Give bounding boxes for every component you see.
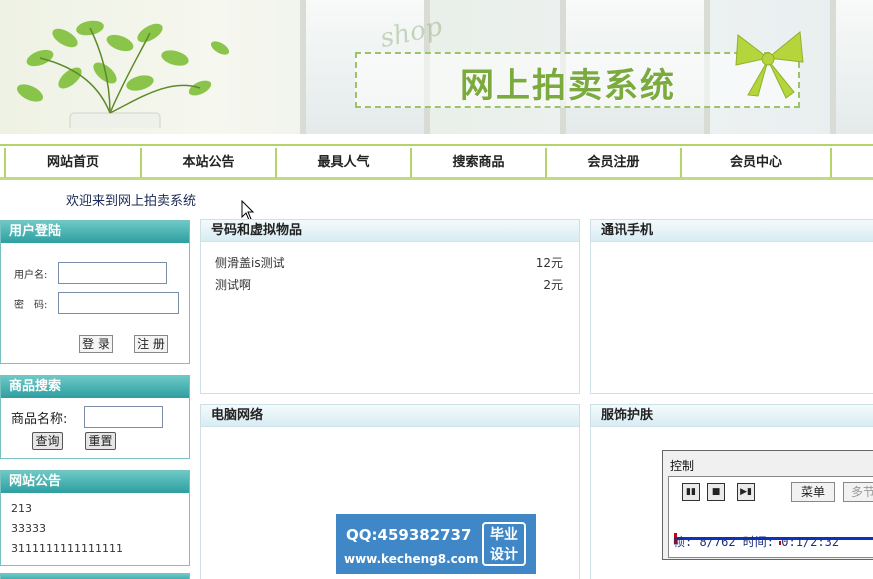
watermark-badge: QQ:459382737 www.kecheng8.com 毕业 设计 [336,514,536,574]
nav-item-search[interactable]: 搜索商品 [410,148,545,178]
nav-item-member-center[interactable]: 会员中心 [680,148,830,178]
step-forward-icon[interactable]: ▶▮ [737,483,755,501]
product-row[interactable]: 侧滑盖is测试 12元 [215,254,563,271]
product-name[interactable]: 侧滑盖is测试 [215,256,285,270]
more-button[interactable]: 多节 [843,482,873,502]
watermark-seal-line1: 毕业 [490,527,518,543]
category-title-virtual: 号码和虚拟物品 [201,220,579,242]
nav-item-register[interactable]: 会员注册 [545,148,680,178]
login-button[interactable]: 登 录 [79,335,113,353]
notice-item[interactable]: 3111111111111111 [11,542,123,555]
banner-title: 网上拍卖系统 [460,66,676,106]
site-notice-panel: 网站公告 213 33333 3111111111111111 [0,470,190,566]
reset-button[interactable]: 重置 [85,432,116,450]
watermark-seal-line2: 设计 [490,547,518,563]
main-nav: 网站首页 本站公告 最具人气 搜索商品 会员注册 会员中心 [0,144,873,180]
menu-button[interactable]: 菜单 [791,482,835,502]
next-panel-edge [0,573,190,579]
password-label: 密 码: [14,300,48,311]
nav-item-popular[interactable]: 最具人气 [275,148,410,178]
product-name-input[interactable] [84,406,163,428]
pause-icon[interactable]: ▮▮ [682,483,700,501]
product-row[interactable]: 测试啊 2元 [215,276,563,293]
watermark-seal: 毕业 设计 [482,522,526,566]
product-name-label: 商品名称: [11,412,68,427]
login-panel: 用户登陆 用户名: 密 码: 登 录 注 册 [0,220,190,364]
stop-icon[interactable]: ■ [707,483,725,501]
ribbon-bow-icon [735,31,804,99]
notice-item[interactable]: 213 [11,502,32,515]
nav-item-overflow [830,148,873,178]
control-window-title: 控制 [670,459,695,473]
notice-item[interactable]: 33333 [11,522,46,535]
product-price: 12元 [535,256,563,270]
category-title-phone: 通讯手机 [591,220,873,242]
login-panel-title: 用户登陆 [1,221,189,243]
product-search-panel: 商品搜索 商品名称: 查询 重置 [0,375,190,459]
product-price: 2元 [543,278,563,292]
site-banner: shop 网上拍卖系统 [0,0,873,134]
category-title-clothing: 服饰护肤 [591,405,873,427]
register-button[interactable]: 注 册 [134,335,168,353]
player-control-window: 控制 ▮▮ ■ ▶▮ 菜单 多节 帧: 8/762 时间: 0:1/2:32 [662,450,873,560]
notice-panel-title: 网站公告 [1,471,189,493]
query-button[interactable]: 查询 [32,432,63,450]
category-panel-virtual: 号码和虚拟物品 侧滑盖is测试 12元 测试啊 2元 [200,219,580,394]
username-input[interactable] [58,262,167,284]
window-pane-decoration [830,0,873,134]
plant-decoration-icon [16,20,230,128]
product-name[interactable]: 测试啊 [215,278,251,292]
password-input[interactable] [58,292,179,314]
nav-item-home[interactable]: 网站首页 [4,148,140,178]
category-panel-phone: 通讯手机 [590,219,873,394]
watermark-url: www.kecheng8.com [344,552,479,566]
watermark-qq: QQ:459382737 [346,526,472,544]
category-title-computer: 电脑网络 [201,405,579,427]
username-label: 用户名: [14,270,48,281]
playback-status: 帧: 8/762 时间: 0:1/2:32 [673,535,840,549]
search-panel-title: 商品搜索 [1,376,189,398]
nav-item-announcements[interactable]: 本站公告 [140,148,275,178]
welcome-message: 欢迎来到网上拍卖系统 [66,194,197,209]
